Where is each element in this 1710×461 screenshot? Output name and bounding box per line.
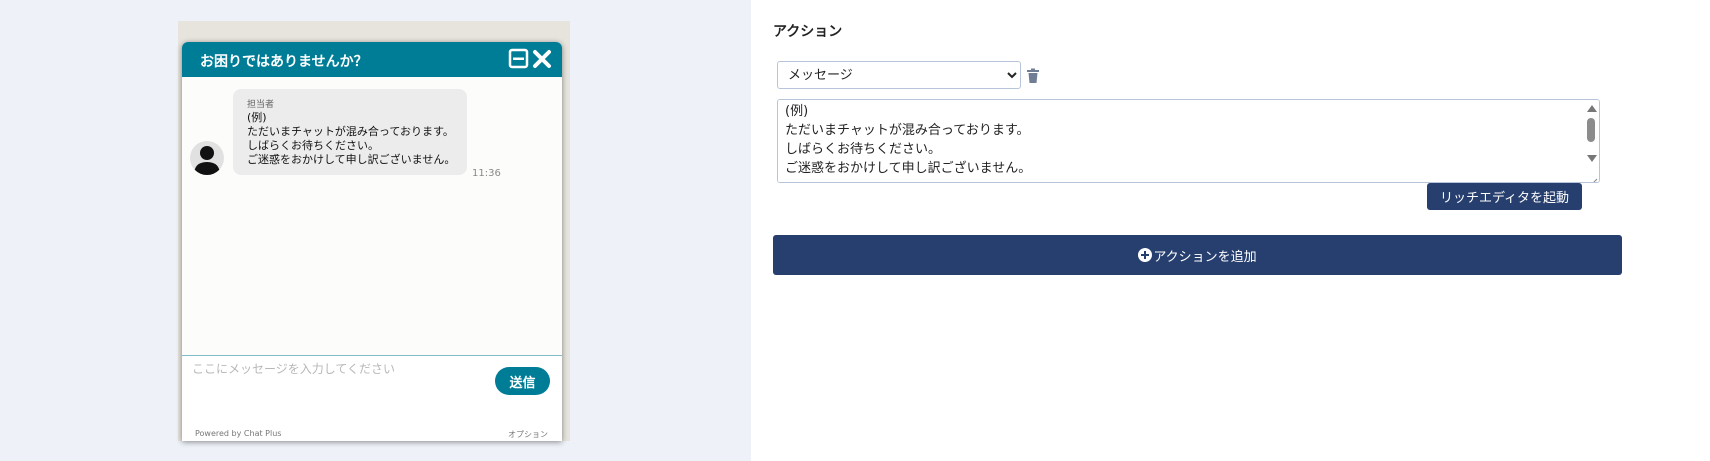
message-text: (例) ただいまチャットが混み合っております。 しばらくお待ちください。 ご迷惑… bbox=[247, 111, 455, 167]
message-line: ただいまチャットが混み合っております。 bbox=[247, 125, 454, 138]
message-bubble: 担当者 (例) ただいまチャットが混み合っております。 しばらくお待ちください。… bbox=[233, 89, 467, 175]
action-settings-pane: アクション メッセージ (例) ただいまチャットが混み合っております。 しばらく… bbox=[751, 0, 1710, 461]
user-avatar-icon bbox=[190, 141, 224, 175]
options-link[interactable]: オプション bbox=[508, 429, 548, 440]
message-editor: (例) ただいまチャットが混み合っております。 しばらくお待ちください。 ご迷惑… bbox=[777, 99, 1600, 183]
preview-pane: お困りではありませんか？ 担当者 (例) ただいまチャットが混み合っております。 bbox=[0, 0, 751, 461]
chat-messages: 担当者 (例) ただいまチャットが混み合っております。 しばらくお待ちください。… bbox=[182, 77, 562, 355]
add-action-button[interactable]: アクションを追加 bbox=[773, 235, 1622, 275]
launch-rich-editor-button[interactable]: リッチエディタを起動 bbox=[1427, 183, 1582, 210]
scroll-thumb[interactable] bbox=[1587, 118, 1595, 142]
chat-message-input[interactable] bbox=[192, 359, 462, 379]
message-line: (例) bbox=[247, 111, 267, 124]
minimize-icon[interactable] bbox=[508, 48, 530, 70]
trash-icon[interactable] bbox=[1026, 68, 1040, 84]
textarea-scrollbar[interactable] bbox=[1583, 100, 1599, 182]
scroll-down-icon[interactable] bbox=[1587, 155, 1597, 162]
message-textarea[interactable]: (例) ただいまチャットが混み合っております。 しばらくお待ちください。 ご迷惑… bbox=[778, 100, 1578, 182]
chat-widget: お困りではありませんか？ 担当者 (例) ただいまチャットが混み合っております。 bbox=[182, 42, 562, 441]
resize-handle-icon[interactable] bbox=[1588, 171, 1598, 182]
chat-header: お困りではありませんか？ bbox=[182, 42, 562, 77]
chat-preview-canvas: お困りではありませんか？ 担当者 (例) ただいまチャットが混み合っております。 bbox=[178, 21, 570, 441]
plus-circle-icon bbox=[1138, 248, 1153, 262]
chat-footer: 送信 Powered by Chat Plus オプション bbox=[182, 355, 562, 441]
action-type-select[interactable]: メッセージ bbox=[777, 61, 1021, 89]
send-button[interactable]: 送信 bbox=[495, 367, 550, 395]
section-title: アクション bbox=[773, 24, 843, 40]
powered-by-text: Powered by Chat Plus bbox=[195, 429, 282, 438]
message-line: ご迷惑をおかけして申し訳ございません。 bbox=[247, 153, 456, 166]
scroll-up-icon[interactable] bbox=[1587, 105, 1597, 112]
message-sender: 担当者 bbox=[247, 100, 275, 110]
close-icon[interactable] bbox=[531, 48, 553, 70]
chat-title: お困りではありませんか？ bbox=[200, 54, 368, 70]
message-line: しばらくお待ちください。 bbox=[247, 139, 379, 152]
add-action-label: アクションを追加 bbox=[1153, 249, 1257, 265]
message-time: 11:36 bbox=[472, 168, 501, 179]
